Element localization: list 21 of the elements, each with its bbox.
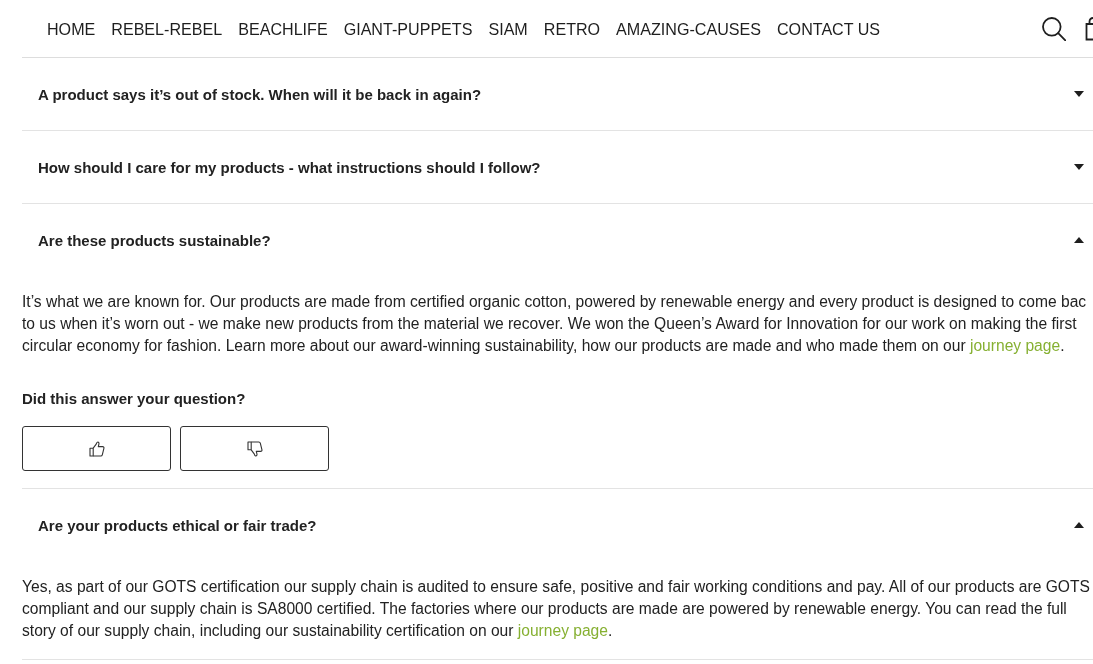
faq-question[interactable]: How should I care for my products - what instructions should I follow? bbox=[22, 131, 1093, 203]
answer-text: Yes, as part of our GOTS certification our supply chain is audited to ensure safe, positive and fair working conditions and pay. All of our products are GOTS compliant and our supply chain is SA8000 certified. The factories where our products are made are powered by renewable energy. You can read the full story of our supply chain, including our sustainability certification on our journey page. bbox=[22, 577, 1091, 641]
nav-link[interactable]: CONTACT US bbox=[777, 18, 881, 39]
faq-question[interactable]: Are your products ethical or fair trade? bbox=[22, 489, 1093, 561]
search-icon[interactable] bbox=[1042, 16, 1066, 41]
thumbs-down-button[interactable] bbox=[180, 426, 329, 471]
nav-link[interactable]: HOME bbox=[47, 18, 96, 39]
nav-link[interactable]: GIANT-PUPPETS bbox=[343, 18, 473, 39]
nav-link[interactable]: REBEL-REBEL bbox=[111, 18, 223, 39]
nav-link[interactable]: SIAM bbox=[488, 18, 528, 39]
thumbs-up-icon bbox=[88, 440, 105, 457]
feedback-prompt: Did this answer your question? bbox=[22, 390, 246, 408]
nav-link[interactable]: BEACHLIFE bbox=[238, 18, 328, 39]
answer-text: It’s what we are known for. Our products are made from certified organic cotton, powered by renewable energy and every product is designed to come bac to us when it’s worn out - we make new products from the material we recover. We won the Queen’s Award for Innovation for our work on making the first circular economy for fashion. Learn more about our award-winning sustainability, how our products are made and who made them on our journey page. bbox=[22, 292, 1088, 356]
shopping-bag-icon[interactable] bbox=[1085, 16, 1093, 41]
thumbs-up-button[interactable] bbox=[22, 426, 171, 471]
nav-link[interactable]: AMAZING-CAUSES bbox=[616, 18, 761, 39]
faq-question[interactable]: Are these products sustainable? bbox=[22, 204, 1093, 276]
faq-question[interactable]: A product says it’s out of stock. When will it be back in again? bbox=[22, 58, 1093, 130]
nav-link[interactable]: RETRO bbox=[543, 18, 601, 39]
thumbs-down-icon bbox=[246, 440, 263, 457]
